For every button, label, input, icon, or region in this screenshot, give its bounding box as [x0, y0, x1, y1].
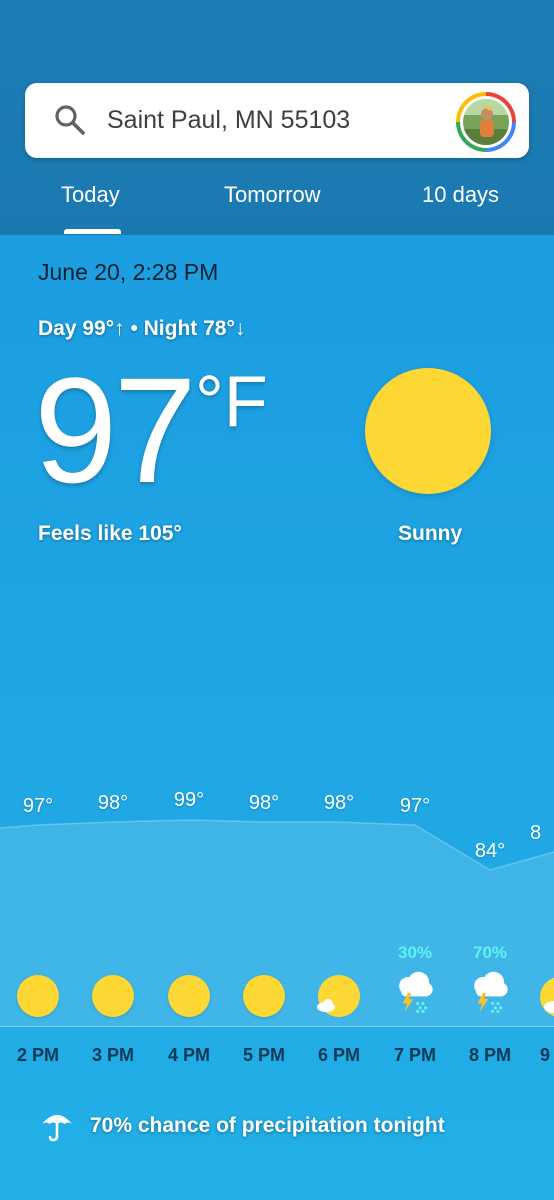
- precip-chance: 30%: [397, 943, 433, 962]
- hour-label: 2 PM: [16, 1045, 59, 1065]
- sun-cloud-icon: [317, 975, 360, 1017]
- selected-tab-indicator: [64, 229, 121, 234]
- hour-temp: 98°: [248, 792, 280, 814]
- thunderstorm-icon: [399, 971, 433, 1013]
- current-date-time: June 20, 2:28 PM: [38, 259, 219, 285]
- hour-label: 7 PM: [393, 1045, 436, 1065]
- avatar[interactable]: [456, 92, 516, 152]
- location-text[interactable]: Saint Paul, MN 55103: [107, 104, 350, 136]
- sun-icon: [168, 975, 212, 1019]
- umbrella-icon: [42, 1115, 72, 1142]
- tab-tomorrow[interactable]: Tomorrow: [224, 180, 321, 210]
- hour-temp: 98°: [323, 792, 355, 814]
- tab-today[interactable]: Today: [61, 180, 120, 210]
- hour-temp: 97°: [399, 795, 431, 817]
- hour-temp: 8: [530, 822, 542, 844]
- hour-label: 5 PM: [242, 1045, 285, 1065]
- day-night-temps: Day 99°↑ • Night 78°↓: [38, 317, 246, 340]
- thunderstorm-icon: [474, 971, 508, 1013]
- hour-label: 6 PM: [317, 1045, 360, 1065]
- current-temperature: 97: [34, 346, 197, 514]
- hour-label: 9: [540, 1045, 551, 1065]
- hour-temp: 99°: [173, 789, 205, 811]
- hour-temp: 97°: [22, 795, 54, 817]
- precipitation-summary: 70% chance of precipitation tonight: [90, 1114, 445, 1137]
- search-icon[interactable]: [52, 102, 88, 138]
- hour-label: 8 PM: [468, 1045, 511, 1065]
- feels-like: Feels like 105°: [38, 522, 182, 545]
- sun-icon: [365, 368, 491, 494]
- weather-condition: Sunny: [398, 522, 463, 545]
- graph-baseline: [0, 1026, 554, 1027]
- hour-temp: 84°: [474, 840, 506, 862]
- sun-icon: [17, 975, 61, 1019]
- temperature-unit: °F: [195, 362, 268, 442]
- precip-chance: 70%: [472, 943, 508, 962]
- hour-label: 4 PM: [167, 1045, 210, 1065]
- hour-temp: 98°: [97, 792, 129, 814]
- hour-label: 3 PM: [91, 1045, 134, 1065]
- tab-10-days[interactable]: 10 days: [422, 180, 499, 210]
- sun-icon: [92, 975, 136, 1019]
- sun-icon: [243, 975, 287, 1019]
- sun-cloud-icon: [540, 977, 554, 1017]
